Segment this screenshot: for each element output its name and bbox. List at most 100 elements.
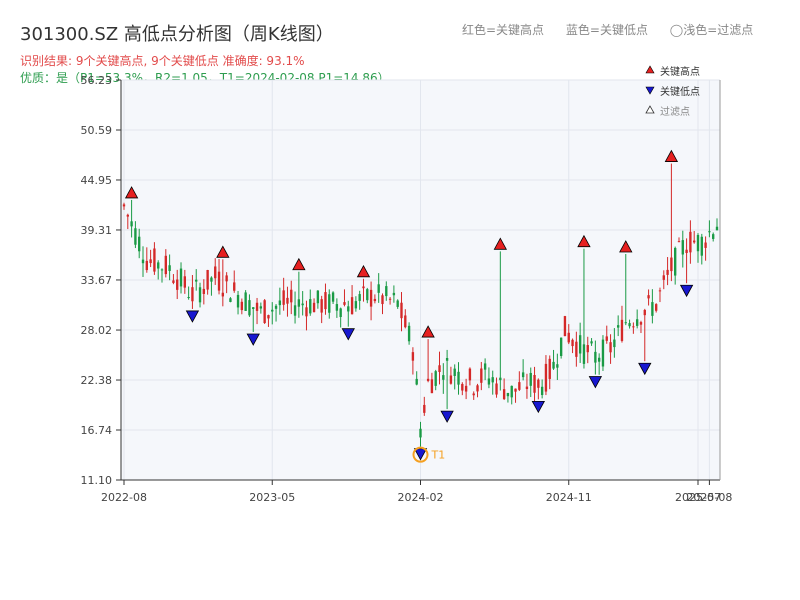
y-tick-label: 28.02 [81,324,113,337]
candle-body [396,300,399,307]
candle-body [126,214,129,217]
candle-body [521,372,525,378]
candle-body [206,269,209,290]
candle-body [301,303,304,306]
candle-body [407,325,411,342]
candle-body [297,299,301,307]
y-tick-label: 22.38 [81,374,113,387]
candle-body [510,385,513,398]
candle-body [696,234,700,252]
y-tick-label: 33.67 [81,274,113,287]
candle-body [233,282,236,291]
legend-high-marker [645,65,655,74]
candle-body [487,378,491,385]
candle-body [404,315,407,328]
candle-body [183,276,187,288]
candle-body [248,300,251,316]
candle-body [651,302,654,316]
candle-body [590,341,593,344]
candle-body [506,392,510,397]
candle-body [434,371,437,386]
x-tick-label: 2022-08 [101,491,147,504]
candle-body [195,279,198,282]
candle-body [677,241,681,243]
candle-body [252,307,255,309]
candle-body [122,204,126,207]
candle-body [525,386,529,390]
candle-body [381,295,384,305]
candle-body [225,275,228,282]
candle-body [548,358,551,379]
candle-body [328,294,331,313]
candle-body [168,265,171,271]
y-tick-label: 11.10 [81,474,113,487]
candle-body [457,371,460,385]
candle-body [449,375,453,384]
y-tick-label: 50.59 [81,124,113,137]
candle-body [293,305,297,316]
x-tick-label: 2025-08 [686,491,732,504]
candle-body [476,385,479,392]
candle-body [662,275,665,280]
candle-body [461,383,464,391]
candle-body [514,388,517,392]
candle-body [198,287,202,303]
y-tick-label: 56.23 [81,74,113,87]
candle-body [518,382,521,390]
candle-body [187,297,190,299]
candle-body [616,325,620,328]
candle-body [153,248,156,272]
candle-body [164,255,167,275]
candle-body [423,404,426,413]
candle-body [674,247,677,276]
candle-body [377,284,380,293]
candle-body [324,292,327,310]
candle-body [210,277,213,282]
candle-body [134,228,137,245]
candle-body [130,221,133,227]
candle-body [453,368,456,376]
candle-body [605,336,608,341]
candle-body [658,290,662,292]
candle-body [586,345,589,353]
candle-body [556,364,559,368]
candle-body [138,236,141,252]
candle [601,335,605,371]
candle-body [369,289,373,307]
candle-body [537,379,540,388]
candle-body [601,339,605,367]
candle-body [400,302,403,319]
candle-body [609,342,612,353]
candle-body [578,335,582,354]
candle-body [160,269,164,271]
candle-body [438,365,441,373]
candle-body [445,357,449,361]
candle-body [312,302,316,313]
candle-body [415,378,418,385]
candle [563,315,567,337]
candle-body [582,344,586,364]
candle-body [480,368,483,383]
candle-body [533,374,536,393]
candle-body [563,316,567,337]
candle-body [632,326,635,328]
candle-body [316,290,320,304]
candle-body [430,379,434,394]
candle-body [350,297,354,315]
candle-body [343,302,346,305]
candle-body [176,279,179,290]
candle-body [419,428,422,438]
candle-body [442,375,445,380]
legend-low-label: 关键低点 [660,85,700,98]
candle-body [472,393,475,396]
candle-body [385,286,388,297]
candle-body [499,377,502,381]
candle-body [681,240,684,255]
candle-body [274,305,278,309]
candle-body [559,337,563,356]
candle-body [214,266,217,279]
candle-body [502,389,506,400]
candle-body [654,304,658,311]
y-tick-label: 39.31 [81,224,113,237]
candle-body [700,236,703,256]
